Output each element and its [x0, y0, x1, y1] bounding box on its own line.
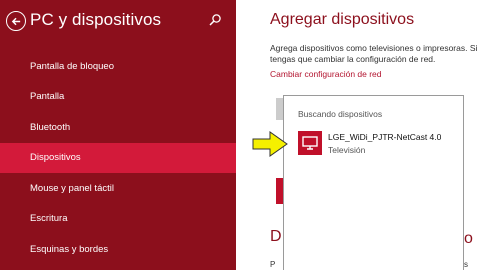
sidebar-item-dispositivos[interactable]: Dispositivos: [0, 142, 236, 173]
section-title: D: [270, 228, 282, 245]
sidebar-item-mouse-y-panel-tactil[interactable]: Mouse y panel táctil: [0, 173, 236, 204]
device-icon-tile: [298, 131, 322, 155]
flyout-title: Buscando dispositivos: [298, 109, 383, 119]
sidebar-item-escritura[interactable]: Escritura: [0, 204, 236, 235]
sidebar-item-label: Pantalla: [30, 91, 65, 103]
sidebar: PC y dispositivos Pantalla de bloqueo Pa…: [0, 0, 236, 270]
sidebar-item-label: Mouse y panel táctil: [30, 182, 114, 194]
description: Agrega dispositivos como televisiones o …: [270, 43, 480, 65]
section-text-tail: s: [464, 260, 468, 269]
device-type: Televisión: [328, 145, 366, 155]
change-network-settings-link[interactable]: Cambiar configuración de red: [270, 69, 382, 79]
search-button[interactable]: [208, 13, 222, 27]
sidebar-item-pantalla[interactable]: Pantalla: [0, 82, 236, 113]
section-title-tail: o: [464, 230, 473, 247]
device-search-flyout: Buscando dispositivos LGE_WiDi_PJTR-NetC…: [283, 95, 464, 270]
device-name: LGE_WiDi_PJTR-NetCast 4.0: [328, 132, 442, 142]
sidebar-item-esquinas-y-bordes[interactable]: Esquinas y bordes: [0, 234, 236, 265]
sidebar-nav: Pantalla de bloqueo Pantalla Bluetooth D…: [0, 51, 236, 265]
sidebar-item-pantalla-de-bloqueo[interactable]: Pantalla de bloqueo: [0, 51, 236, 82]
monitor-icon: [302, 136, 318, 150]
sidebar-item-label: Esquinas y bordes: [30, 243, 109, 255]
back-button[interactable]: [6, 11, 26, 31]
sidebar-item-label: Pantalla de bloqueo: [30, 60, 114, 72]
sidebar-title: PC y dispositivos: [30, 10, 162, 29]
pointer-arrow-icon: [252, 131, 288, 157]
sidebar-item-bluetooth[interactable]: Bluetooth: [0, 112, 236, 143]
sidebar-header: PC y dispositivos: [0, 0, 236, 44]
sidebar-item-label: Dispositivos: [30, 152, 81, 164]
device-list-item[interactable]: LGE_WiDi_PJTR-NetCast 4.0 Televisión: [292, 129, 457, 159]
section-text: P: [270, 260, 276, 269]
sidebar-item-label: Bluetooth: [30, 121, 71, 133]
description-line: tengas que cambiar la configuración de r…: [270, 54, 436, 64]
sidebar-item-label: Escritura: [30, 213, 68, 225]
back-arrow-icon: [11, 17, 20, 25]
description-line: Agrega dispositivos como televisiones o …: [270, 43, 480, 53]
page-title: Agregar dispositivos: [270, 11, 415, 28]
search-icon: [209, 14, 221, 26]
